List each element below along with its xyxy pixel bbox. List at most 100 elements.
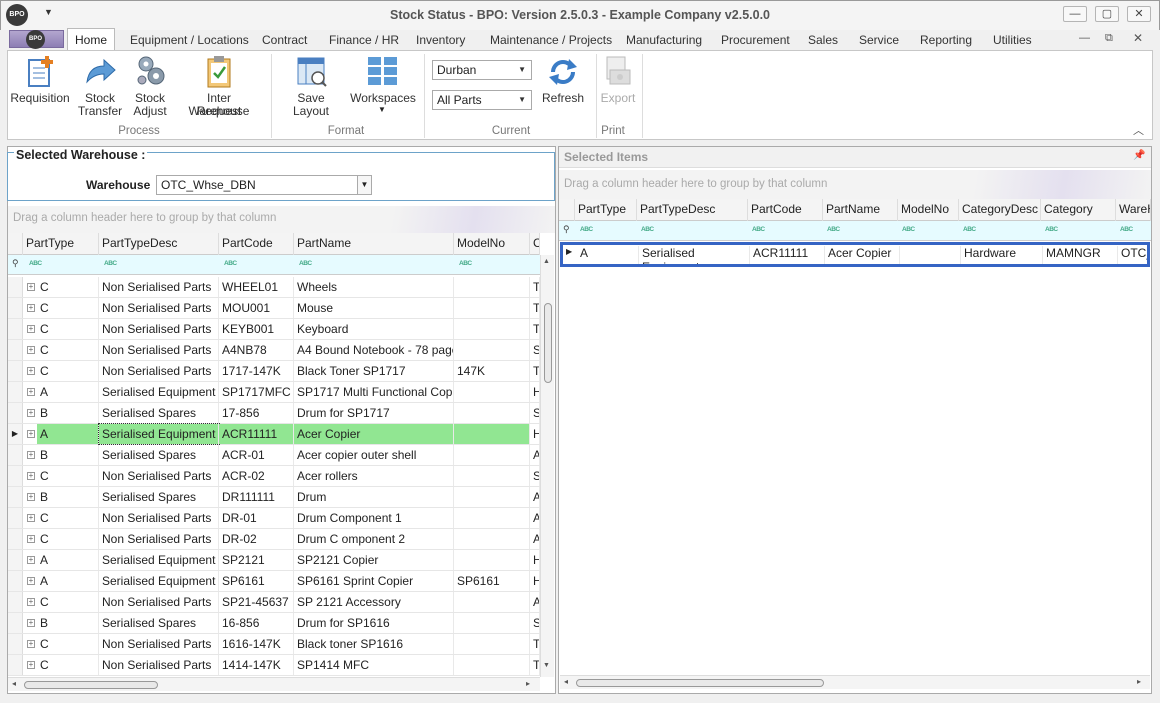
- row-indicator[interactable]: [8, 277, 23, 297]
- cell-parttype[interactable]: A: [577, 246, 639, 264]
- table-row[interactable]: + A Serialised Equipment SP6161 SP6161 Sprin…: [8, 571, 540, 592]
- expand-row-icon[interactable]: +: [27, 577, 35, 585]
- cell-partname[interactable]: Drum C omponent 2: [294, 529, 454, 549]
- cell-modelno[interactable]: 147K: [454, 361, 530, 381]
- expand-row-icon[interactable]: +: [27, 283, 35, 291]
- table-row[interactable]: + A Serialised Equipment SP2121 SP2121 Copie…: [8, 550, 540, 571]
- cell-parttypedesc[interactable]: Non Serialised Parts: [99, 361, 219, 381]
- cell-parttypedesc[interactable]: Non Serialised Parts: [99, 592, 219, 612]
- tab-contract[interactable]: Contract: [262, 33, 307, 47]
- chevron-down-icon[interactable]: ▼: [357, 176, 371, 194]
- cell-partcode[interactable]: 1717-147K: [219, 361, 294, 381]
- cell-partname[interactable]: Acer copier outer shell: [294, 445, 454, 465]
- cell-modelno[interactable]: SP6161: [454, 571, 530, 591]
- cell-category[interactable]: T: [530, 277, 540, 297]
- row-indicator[interactable]: [8, 613, 23, 633]
- table-row[interactable]: + C Non Serialised Parts MOU001 Mouse T: [8, 298, 540, 319]
- table-row[interactable]: + C Non Serialised Parts A4NB78 A4 Bound Not…: [8, 340, 540, 361]
- warehouse-dropdown[interactable]: OTC_Whse_DBN ▼: [156, 175, 372, 195]
- cell-partcode[interactable]: A4NB78: [219, 340, 294, 360]
- cell-partname[interactable]: Drum Component 1: [294, 508, 454, 528]
- col-header-category[interactable]: Cate: [530, 233, 540, 255]
- filter-abc-icon[interactable]: ABC: [963, 226, 976, 233]
- stock-transfer-button[interactable]: Stock Transfer: [76, 54, 124, 120]
- export-button[interactable]: Export: [598, 54, 638, 120]
- cell-parttypedesc[interactable]: Non Serialised Parts: [99, 634, 219, 654]
- cell-modelno[interactable]: [454, 298, 530, 318]
- filter-abc-icon[interactable]: ABC: [827, 226, 840, 233]
- cell-warehouse[interactable]: OTC_: [1118, 246, 1147, 264]
- cell-parttype[interactable]: A: [37, 382, 99, 402]
- cell-categorydesc[interactable]: Hardware: [961, 246, 1043, 264]
- table-row[interactable]: + C Non Serialised Parts DR-02 Drum C ompone…: [8, 529, 540, 550]
- col-header-parttype[interactable]: PartType: [575, 199, 637, 221]
- filter-abc-icon[interactable]: ABC: [1120, 226, 1133, 233]
- requisition-button[interactable]: Requisition: [10, 54, 70, 120]
- row-indicator[interactable]: [8, 508, 23, 528]
- table-row[interactable]: + C Non Serialised Parts 1717-147K Black Ton…: [8, 361, 540, 382]
- cell-category[interactable]: S: [530, 466, 540, 486]
- stock-adjust-button[interactable]: Stock Adjust: [128, 54, 172, 120]
- expand-row-icon[interactable]: +: [27, 430, 35, 438]
- cell-parttype[interactable]: A: [37, 571, 99, 591]
- col-header-parttype[interactable]: PartType: [23, 233, 99, 255]
- cell-partcode[interactable]: SP21-45637: [219, 592, 294, 612]
- scroll-thumb[interactable]: [576, 679, 824, 687]
- cell-modelno[interactable]: [454, 424, 530, 444]
- file-menu-button[interactable]: BPO: [9, 30, 64, 49]
- mdi-minimize-button[interactable]: —: [1079, 32, 1090, 44]
- table-row[interactable]: + B Serialised Spares 17-856 Drum for SP1717…: [8, 403, 540, 424]
- cell-partname[interactable]: Drum: [294, 487, 454, 507]
- table-row[interactable]: + C Non Serialised Parts WHEEL01 Wheels T: [8, 277, 540, 298]
- cell-partcode[interactable]: DR-01: [219, 508, 294, 528]
- cell-parttype[interactable]: C: [37, 319, 99, 339]
- collapse-ribbon-icon[interactable]: ︿: [1133, 122, 1144, 138]
- col-header-categorydesc[interactable]: CategoryDesc: [959, 199, 1041, 221]
- tab-procurement[interactable]: Procurement: [721, 33, 790, 47]
- cell-parttypedesc[interactable]: Serialised Equipment: [99, 571, 219, 591]
- cell-partname[interactable]: Keyboard: [294, 319, 454, 339]
- scroll-thumb[interactable]: [24, 681, 158, 689]
- table-row[interactable]: + C Non Serialised Parts 1616-147K Black ton…: [8, 634, 540, 655]
- cell-modelno[interactable]: [454, 550, 530, 570]
- cell-partcode[interactable]: 17-856: [219, 403, 294, 423]
- cell-category[interactable]: T: [530, 361, 540, 381]
- cell-parttypedesc[interactable]: Serialised Equipment: [99, 382, 219, 402]
- cell-partname[interactable]: Mouse: [294, 298, 454, 318]
- cell-partname[interactable]: Drum for SP1717: [294, 403, 454, 423]
- cell-parttypedesc[interactable]: Serialised Spares: [99, 403, 219, 423]
- cell-partname[interactable]: A4 Bound Notebook - 78 pages: [294, 340, 454, 360]
- scroll-right-icon[interactable]: ▸: [1137, 677, 1141, 686]
- left-filter-row[interactable]: ⚲ ABC ABC ABC ABC ABC: [8, 255, 540, 275]
- tab-service[interactable]: Service: [859, 33, 899, 47]
- cell-partname[interactable]: Acer Copier: [294, 424, 454, 444]
- col-header-partname[interactable]: PartName: [823, 199, 898, 221]
- cell-parttypedesc[interactable]: Serialised Equipment: [639, 246, 750, 264]
- filter-abc-icon[interactable]: ABC: [459, 260, 472, 267]
- filter-abc-icon[interactable]: ABC: [902, 226, 915, 233]
- cell-category[interactable]: T: [530, 655, 540, 675]
- expand-row-icon[interactable]: +: [27, 640, 35, 648]
- expand-row-icon[interactable]: +: [27, 598, 35, 606]
- cell-parttype[interactable]: B: [37, 613, 99, 633]
- cell-parttypedesc[interactable]: Non Serialised Parts: [99, 277, 219, 297]
- cell-category[interactable]: MAMNGR: [1043, 246, 1118, 264]
- parts-filter-dropdown[interactable]: All Parts ▼: [432, 90, 532, 110]
- cell-parttypedesc[interactable]: Serialised Spares: [99, 445, 219, 465]
- expand-row-icon[interactable]: +: [27, 451, 35, 459]
- cell-partname[interactable]: Wheels: [294, 277, 454, 297]
- cell-category[interactable]: A: [530, 592, 540, 612]
- table-row[interactable]: ▶ + A Serialised Equipment ACR11111 Acer Copi…: [8, 423, 540, 445]
- tab-manufacturing[interactable]: Manufacturing: [626, 33, 702, 47]
- cell-partname[interactable]: SP6161 Sprint Copier: [294, 571, 454, 591]
- row-indicator[interactable]: [8, 466, 23, 486]
- cell-parttype[interactable]: A: [37, 550, 99, 570]
- cell-modelno[interactable]: [454, 445, 530, 465]
- expand-row-icon[interactable]: +: [27, 367, 35, 375]
- row-indicator[interactable]: [8, 550, 23, 570]
- tab-utilities[interactable]: Utilities: [993, 33, 1032, 47]
- cell-parttypedesc[interactable]: Serialised Equipment: [99, 550, 219, 570]
- cell-partcode[interactable]: WHEEL01: [219, 277, 294, 297]
- cell-parttype[interactable]: C: [37, 529, 99, 549]
- cell-partcode[interactable]: DR-02: [219, 529, 294, 549]
